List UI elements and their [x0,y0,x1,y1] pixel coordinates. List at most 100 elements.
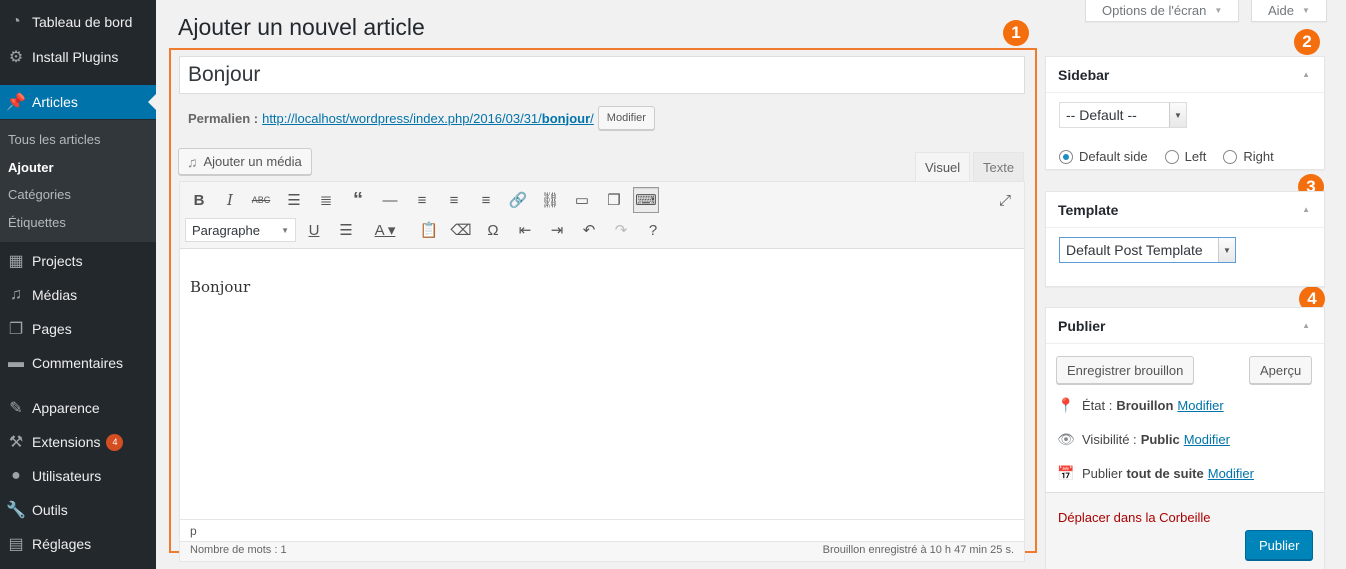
strikethrough-icon[interactable]: ABC [248,187,274,213]
edit-status-link[interactable]: Modifier [1177,398,1223,413]
justify-icon[interactable]: ☰ [333,217,359,243]
menu-tools[interactable]: 🔧 Outils [0,493,156,527]
pin-icon: 📌 [6,94,26,111]
menu-media[interactable]: ♫ Médias [0,278,156,312]
align-right-icon[interactable]: ≡ [473,187,499,213]
visibility-value: Public [1140,432,1180,447]
read-more-icon[interactable]: ▭ [569,187,595,213]
submenu-categories[interactable]: Catégories [8,187,71,202]
tab-text[interactable]: Texte [973,152,1025,182]
radio-button[interactable] [1059,149,1073,164]
add-media-button[interactable]: ♫ Ajouter un média [178,148,312,175]
numbered-list-icon[interactable]: ≣ [313,187,339,213]
menu-articles[interactable]: 📌 Articles [0,85,156,119]
media-icon: ♫ [10,286,22,303]
word-count: Nombre de mots : 1 [190,544,287,556]
collapse-arrow-icon[interactable]: ▲ [1302,321,1310,330]
submenu-all-posts[interactable]: Tous les articles [8,132,100,147]
user-icon: ● [11,467,21,484]
radio-right[interactable]: Right [1223,149,1274,164]
comment-icon: ▬ [8,354,24,371]
eye-icon: 👁 [1057,431,1075,447]
align-left-icon[interactable]: ≡ [409,187,435,213]
publish-actions: Déplacer dans la Corbeille Publier [1046,492,1324,569]
menu-appearance[interactable]: ✎ Apparence [0,391,156,425]
pages-icon: ❐ [8,321,24,338]
permalink-link[interactable]: http://localhost/wordpress/index.php/201… [262,111,594,126]
menu-users[interactable]: ● Utilisateurs [0,459,156,493]
format-select[interactable]: Paragraphe ▼ [185,218,296,242]
italic-icon[interactable]: I [217,187,243,213]
indent-icon[interactable]: ⇥ [544,217,570,243]
radio-default-side[interactable]: Default side [1059,149,1148,164]
schedule-row: 📅 Publier tout de suite Modifier [1057,465,1254,481]
word-count-row: Nombre de mots : 1 Brouillon enregistré … [179,542,1025,562]
sidebar-metabox-title[interactable]: Sidebar [1046,57,1324,93]
edit-visibility-link[interactable]: Modifier [1184,432,1230,447]
template-metabox-title[interactable]: Template [1046,192,1324,228]
collapse-arrow-icon[interactable]: ▲ [1302,205,1310,214]
post-status-value: Brouillon [1116,398,1174,413]
brush-icon: ✎ [9,400,23,417]
help-button[interactable]: Aide ▼ [1251,0,1327,22]
collapse-arrow-icon[interactable]: ▲ [1302,70,1310,79]
blockquote-icon[interactable]: “ [345,187,371,213]
page-title: Ajouter un nouvel article [178,14,425,40]
menu-dashboard[interactable]: ◔ Tableau de bord [0,5,156,39]
sidebar-select[interactable]: -- Default -- ▼ [1059,102,1187,128]
fullscreen-doc-icon[interactable]: ❒ [601,187,627,213]
underline-icon[interactable]: U [301,217,327,243]
outdent-icon[interactable]: ⇤ [512,217,538,243]
redo-icon[interactable]: ↷ [608,217,634,243]
schedule-value: tout de suite [1126,466,1204,481]
undo-icon[interactable]: ↶ [576,217,602,243]
media-icon: ♫ [187,153,198,170]
sidebar-metabox: Sidebar ▲ -- Default -- ▼ Default side L… [1045,56,1325,170]
editor-content[interactable]: Bonjour [190,278,250,296]
editor-toolbar: B I ABC ☰ ≣ “ — ≡ ≡ ≡ 🔗 ⛓ ▭ ❒ ⌨ ⤢ Paragr… [180,182,1024,249]
bullet-list-icon[interactable]: ☰ [281,187,307,213]
preview-button[interactable]: Aperçu [1249,356,1313,384]
template-select[interactable]: Default Post Template ▼ [1059,237,1236,263]
menu-settings[interactable]: ▤ Réglages [0,527,156,561]
chevron-down-icon: ▼ [1169,103,1186,127]
expand-icon[interactable]: ⤢ [992,187,1018,213]
menu-install-plugins[interactable]: ⚙ Install Plugins [0,40,156,74]
editor-path-bar: p [180,519,1024,541]
admin-sidebar: ◔ Tableau de bord ⚙ Install Plugins 📌 Ar… [0,0,156,569]
link-icon[interactable]: 🔗 [505,187,531,213]
menu-comments[interactable]: ▬ Commentaires [0,346,156,380]
format-select-value: Paragraphe [192,222,260,238]
edit-permalink-button[interactable]: Modifier [597,106,655,130]
toolbar-toggle-icon[interactable]: ⌨ [633,187,659,213]
post-title-input[interactable]: Bonjour [179,56,1025,94]
menu-pages[interactable]: ❐ Pages [0,312,156,346]
trash-link[interactable]: Déplacer dans la Corbeille [1058,510,1210,525]
align-center-icon[interactable]: ≡ [441,187,467,213]
edit-schedule-link[interactable]: Modifier [1208,466,1254,481]
settings-icon: ▤ [8,536,24,553]
help-icon[interactable]: ? [640,217,666,243]
menu-projects[interactable]: ▦ Projects [0,244,156,278]
clear-formatting-icon[interactable]: ⌫ [448,217,474,243]
text-color-icon[interactable]: A ▾ [365,217,405,243]
screen-options-button[interactable]: Options de l'écran ▼ [1085,0,1240,22]
radio-button[interactable] [1223,149,1238,164]
radio-left[interactable]: Left [1164,149,1206,164]
plugin-icon: ⚒ [8,434,24,451]
paste-text-icon[interactable]: 📋 [416,217,442,243]
submenu-tags[interactable]: Étiquettes [8,215,66,230]
unlink-icon[interactable]: ⛓ [537,187,563,213]
special-char-icon[interactable]: Ω [480,217,506,243]
horizontal-line-icon[interactable]: — [377,187,403,213]
publish-button[interactable]: Publier [1245,530,1314,560]
bold-icon[interactable]: B [186,187,212,213]
menu-extensions[interactable]: ⚒ Extensions 4 [0,425,156,459]
save-draft-button[interactable]: Enregistrer brouillon [1056,356,1195,384]
sidebar-select-value: -- Default -- [1066,107,1137,123]
publish-metabox-title[interactable]: Publier [1046,308,1324,344]
radio-button[interactable] [1164,149,1179,164]
calendar-icon: 📅 [1057,465,1075,481]
submenu-add-new[interactable]: Ajouter [8,160,54,175]
tab-visual[interactable]: Visuel [915,152,971,182]
